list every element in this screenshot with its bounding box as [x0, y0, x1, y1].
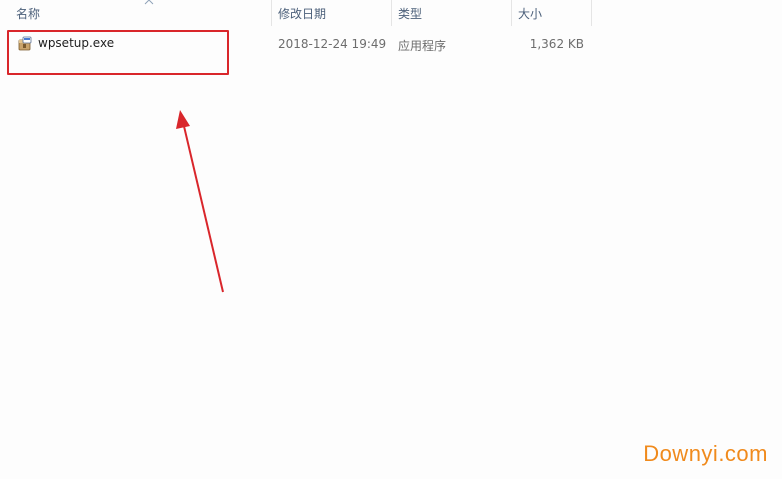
file-type: 应用程序 [398, 39, 447, 53]
column-header-name-label: 名称 [16, 7, 41, 21]
column-header: 名称 修改日期 类型 大小 [0, 0, 592, 26]
file-date-modified: 2018-12-24 19:49 [278, 37, 387, 51]
arrow-head-icon [176, 110, 190, 129]
sort-up-icon [144, 0, 154, 5]
file-explorer-view: 名称 修改日期 类型 大小 wpsetup.exe 2018-12-24 19:… [0, 0, 782, 479]
watermark: Downyi.com [643, 441, 768, 466]
highlight-box [7, 30, 229, 75]
column-header-type-label: 类型 [398, 7, 423, 21]
column-header-size-label: 大小 [518, 7, 543, 21]
column-header-date-label: 修改日期 [278, 7, 327, 21]
file-size: 1,362 KB [529, 37, 584, 51]
column-header-type[interactable]: 类型 [392, 0, 512, 26]
column-header-size[interactable]: 大小 [512, 0, 592, 26]
column-header-name[interactable]: 名称 [10, 0, 272, 26]
column-header-date-modified[interactable]: 修改日期 [272, 0, 392, 26]
